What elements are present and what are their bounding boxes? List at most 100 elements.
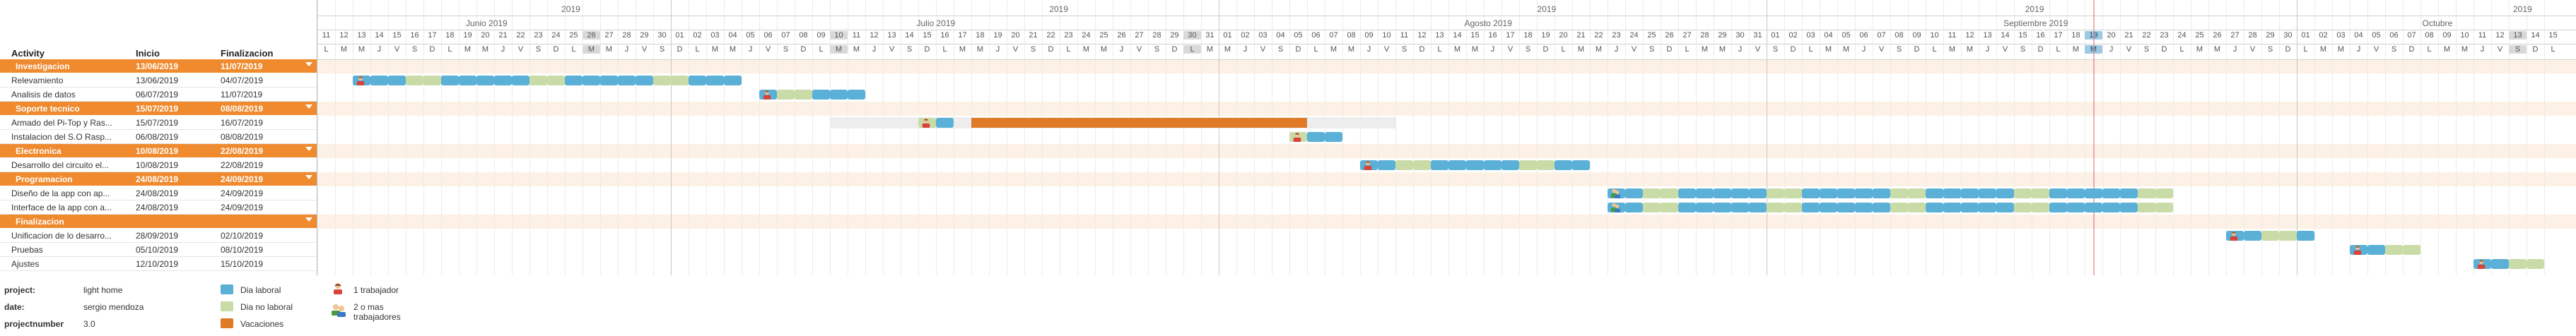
nonworkday-bar-segment[interactable]: [1908, 188, 1926, 198]
workday-bar-segment[interactable]: [582, 76, 600, 85]
workday-bar-segment[interactable]: [1307, 132, 1325, 142]
workday-bar-segment[interactable]: [689, 76, 706, 85]
workday-bar-segment[interactable]: [1466, 160, 1484, 170]
task-row[interactable]: Relevamiento 13/06/2019 04/07/2019: [0, 73, 317, 88]
workday-bar-segment[interactable]: [1714, 203, 1731, 212]
nonworkday-bar-segment[interactable]: [2509, 259, 2527, 269]
nonworkday-bar-segment[interactable]: [1413, 160, 1431, 170]
workday-bar-segment[interactable]: [370, 76, 388, 85]
workday-bar-segment[interactable]: [1555, 160, 1572, 170]
workday-bar-segment[interactable]: [1837, 203, 1855, 212]
collapse-chevron-icon[interactable]: [305, 175, 312, 179]
nonworkday-bar-segment[interactable]: [2014, 203, 2032, 212]
nonworkday-bar-segment[interactable]: [2155, 188, 2173, 198]
group-row[interactable]: Finalizacion: [0, 215, 317, 229]
workday-bar-segment[interactable]: [2067, 188, 2085, 198]
workday-bar-segment[interactable]: [848, 90, 865, 100]
nonworkday-bar-segment[interactable]: [1519, 160, 1537, 170]
collapse-chevron-icon[interactable]: [305, 217, 312, 222]
workday-bar-segment[interactable]: [1731, 188, 1749, 198]
workday-bar-segment[interactable]: [1961, 203, 1979, 212]
workday-bar-segment[interactable]: [618, 76, 636, 85]
start-column-header[interactable]: Inicio: [136, 48, 160, 59]
workday-bar-segment[interactable]: [2120, 188, 2138, 198]
workday-bar-segment[interactable]: [512, 76, 529, 85]
nonworkday-bar-segment[interactable]: [2403, 245, 2420, 255]
workday-bar-segment[interactable]: [936, 118, 954, 128]
nonworkday-bar-segment[interactable]: [2032, 203, 2049, 212]
workday-bar-segment[interactable]: [1926, 188, 1943, 198]
workday-bar-segment[interactable]: [1625, 188, 1643, 198]
nonworkday-bar-segment[interactable]: [423, 76, 441, 85]
workday-bar-segment[interactable]: [2067, 203, 2085, 212]
nonworkday-bar-segment[interactable]: [406, 76, 423, 85]
nonworkday-bar-segment[interactable]: [1537, 160, 1555, 170]
nonworkday-bar-segment[interactable]: [529, 76, 547, 85]
gantt-chart[interactable]: 11 L 12 M 13 M 14 J 15 V 16 S 17 D 18 L 19 M 20 M 21 J 22 V 23 S 2…: [317, 0, 2576, 275]
workday-bar-segment[interactable]: [1325, 132, 1342, 142]
group-row[interactable]: Soporte tecnico 15/07/2019 08/08/2019: [0, 102, 317, 116]
task-row[interactable]: Instalacion del S.O Rasp... 06/08/2019 08/…: [0, 130, 317, 144]
workday-bar-segment[interactable]: [1431, 160, 1448, 170]
task-row[interactable]: Diseño de la app con ap... 24/08/2019 24/0…: [0, 186, 317, 200]
workday-bar-segment[interactable]: [459, 76, 476, 85]
nonworkday-bar-segment[interactable]: [1661, 203, 1678, 212]
workday-bar-segment[interactable]: [1979, 188, 1996, 198]
workday-bar-segment[interactable]: [1731, 203, 1749, 212]
workday-bar-segment[interactable]: [1855, 188, 1873, 198]
workday-bar-segment[interactable]: [1678, 203, 1696, 212]
workday-bar-segment[interactable]: [1979, 203, 1996, 212]
nonworkday-bar-segment[interactable]: [1395, 160, 1413, 170]
workday-bar-segment[interactable]: [388, 76, 406, 85]
workday-bar-segment[interactable]: [1926, 203, 1943, 212]
workday-bar-segment[interactable]: [494, 76, 512, 85]
collapse-chevron-icon[interactable]: [305, 147, 312, 151]
nonworkday-bar-segment[interactable]: [1767, 188, 1784, 198]
task-row[interactable]: Analisis de datos 06/07/2019 11/07/2019: [0, 88, 317, 102]
nonworkday-bar-segment[interactable]: [2032, 188, 2049, 198]
workday-bar-segment[interactable]: [1943, 203, 1961, 212]
workday-bar-segment[interactable]: [1961, 188, 1979, 198]
workday-bar-segment[interactable]: [2049, 203, 2067, 212]
workday-bar-segment[interactable]: [1749, 188, 1767, 198]
nonworkday-bar-segment[interactable]: [2261, 231, 2279, 241]
nonworkday-bar-segment[interactable]: [2014, 188, 2032, 198]
workday-bar-segment[interactable]: [1943, 188, 1961, 198]
nonworkday-bar-segment[interactable]: [547, 76, 565, 85]
nonworkday-bar-segment[interactable]: [1784, 188, 1802, 198]
workday-bar-segment[interactable]: [600, 76, 618, 85]
workday-bar-segment[interactable]: [1873, 203, 1890, 212]
workday-bar-segment[interactable]: [1802, 203, 1820, 212]
workday-bar-segment[interactable]: [1855, 203, 1873, 212]
nonworkday-bar-segment[interactable]: [1784, 203, 1802, 212]
collapse-chevron-icon[interactable]: [305, 104, 312, 109]
workday-bar-segment[interactable]: [441, 76, 459, 85]
workday-bar-segment[interactable]: [2049, 188, 2067, 198]
workday-bar-segment[interactable]: [1996, 188, 2014, 198]
task-row[interactable]: Interface de la app con a... 24/08/2019 24…: [0, 200, 317, 215]
nonworkday-bar-segment[interactable]: [1890, 203, 1908, 212]
nonworkday-bar-segment[interactable]: [2385, 245, 2403, 255]
workday-bar-segment[interactable]: [1678, 188, 1696, 198]
nonworkday-bar-segment[interactable]: [1661, 188, 1678, 198]
nonworkday-bar-segment[interactable]: [1908, 203, 1926, 212]
workday-bar-segment[interactable]: [476, 76, 494, 85]
activity-column-header[interactable]: Activity: [11, 48, 45, 59]
workday-bar-segment[interactable]: [706, 76, 724, 85]
end-column-header[interactable]: Finalizacion: [221, 48, 273, 59]
group-row[interactable]: Electronica 10/08/2019 22/08/2019: [0, 144, 317, 158]
workday-bar-segment[interactable]: [1572, 160, 1590, 170]
nonworkday-bar-segment[interactable]: [2138, 203, 2155, 212]
workday-bar-segment[interactable]: [1749, 203, 1767, 212]
workday-bar-segment[interactable]: [812, 90, 830, 100]
workday-bar-segment[interactable]: [565, 76, 582, 85]
nonworkday-bar-segment[interactable]: [1643, 203, 1661, 212]
workday-bar-segment[interactable]: [2102, 203, 2120, 212]
collapse-chevron-icon[interactable]: [305, 62, 312, 66]
task-row[interactable]: Desarrollo del circuito el... 10/08/2019 2…: [0, 158, 317, 172]
nonworkday-bar-segment[interactable]: [1890, 188, 1908, 198]
task-row[interactable]: Unificacion de lo desarro... 28/09/2019 02…: [0, 229, 317, 243]
nonworkday-bar-segment[interactable]: [1643, 188, 1661, 198]
workday-bar-segment[interactable]: [2367, 245, 2385, 255]
nonworkday-bar-segment[interactable]: [2155, 203, 2173, 212]
